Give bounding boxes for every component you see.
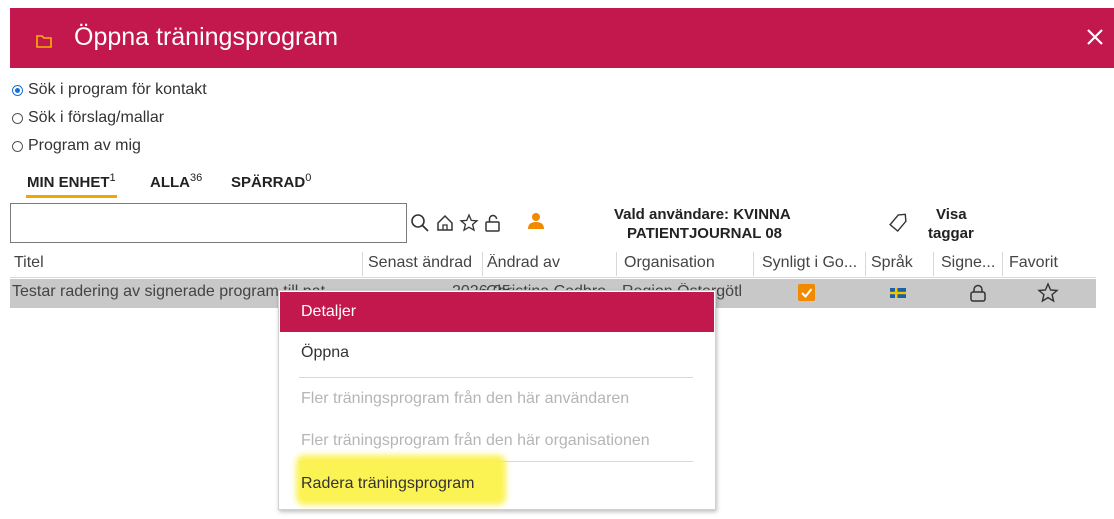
star-outline-icon[interactable] xyxy=(1037,282,1059,304)
folder-icon xyxy=(36,35,52,48)
menu-item-label: Detaljer xyxy=(301,303,357,320)
home-icon[interactable] xyxy=(435,213,455,233)
column-header-signed[interactable]: Signe... xyxy=(941,254,999,272)
search-icon[interactable] xyxy=(410,213,430,233)
menu-item-label: Öppna xyxy=(301,344,350,361)
menu-item-label: Fler träningsprogram från den här använd… xyxy=(301,390,630,407)
tab-label: SPÄRRAD xyxy=(231,174,306,191)
dialog-titlebar: Öppna träningsprogram xyxy=(10,8,1114,68)
visible-checkbox[interactable] xyxy=(798,284,815,301)
tab-sparrad[interactable]: SPÄRRAD0 xyxy=(231,172,311,191)
radio-search-contact[interactable]: Sök i program för kontakt xyxy=(12,79,207,101)
close-icon[interactable] xyxy=(1082,24,1108,50)
menu-item-more-from-user: Fler träningsprogram från den här använd… xyxy=(280,381,714,421)
dialog-title: Öppna träningsprogram xyxy=(74,23,339,51)
unlock-icon[interactable] xyxy=(483,213,503,233)
show-tags-line2: taggar xyxy=(928,225,974,242)
tab-count: 0 xyxy=(305,172,312,184)
menu-item-label: Radera träningsprogram xyxy=(301,475,475,492)
person-icon[interactable] xyxy=(526,211,546,231)
column-header-language[interactable]: Språk xyxy=(871,254,931,272)
menu-item-open[interactable]: Öppna xyxy=(280,335,714,375)
column-header-changed-by[interactable]: Ändrad av xyxy=(487,254,613,272)
column-header-favorite[interactable]: Favorit xyxy=(1009,254,1079,272)
radio-programs-by-me[interactable]: Program av mig xyxy=(12,135,141,157)
tab-alla[interactable]: ALLA36 xyxy=(150,172,202,191)
column-header-visible[interactable]: Synligt i Go... xyxy=(762,254,862,272)
column-header-organisation[interactable]: Organisation xyxy=(624,254,752,272)
selected-user-label: Vald användare: KVINNA PATIENTJOURNAL 08 xyxy=(614,205,791,243)
radio-label: Sök i förslag/mallar xyxy=(28,109,165,126)
tab-label: MIN ENHET xyxy=(27,174,110,191)
menu-item-delete-program[interactable]: Radera träningsprogram xyxy=(280,465,714,505)
star-icon[interactable] xyxy=(459,213,479,233)
column-header-changed[interactable]: Senast ändrad xyxy=(368,254,480,272)
tab-count: 36 xyxy=(190,172,203,184)
selected-user-line2: PATIENTJOURNAL 08 xyxy=(627,225,783,242)
radio-label: Sök i program för kontakt xyxy=(28,81,207,98)
menu-item-details[interactable]: Detaljer xyxy=(280,292,714,332)
radio-button[interactable] xyxy=(12,140,23,152)
show-tags-button[interactable]: Visa taggar xyxy=(928,205,974,243)
tab-min-enhet[interactable]: MIN ENHET1 xyxy=(26,172,117,198)
table-header: Titel Senast ändrad Ändrad av Organisati… xyxy=(10,251,1096,278)
check-icon xyxy=(801,288,813,298)
radio-button[interactable] xyxy=(12,112,23,124)
column-header-title[interactable]: Titel xyxy=(14,254,354,272)
radio-button-selected[interactable] xyxy=(12,84,23,96)
selected-user-line1: Vald användare: KVINNA xyxy=(614,206,791,223)
menu-item-label: Fler träningsprogram från den här organi… xyxy=(301,432,650,449)
lock-icon xyxy=(970,284,986,302)
tab-label: ALLA xyxy=(150,174,190,191)
context-menu: Detaljer Öppna Fler träningsprogram från… xyxy=(278,290,716,510)
tag-icon[interactable] xyxy=(888,213,908,233)
show-tags-line1: Visa xyxy=(936,206,967,223)
menu-divider xyxy=(299,377,693,378)
radio-search-templates[interactable]: Sök i förslag/mallar xyxy=(12,107,164,129)
tab-count: 1 xyxy=(109,172,116,184)
search-input[interactable] xyxy=(10,203,407,243)
swedish-flag-icon xyxy=(890,288,906,298)
radio-label: Program av mig xyxy=(28,137,141,154)
